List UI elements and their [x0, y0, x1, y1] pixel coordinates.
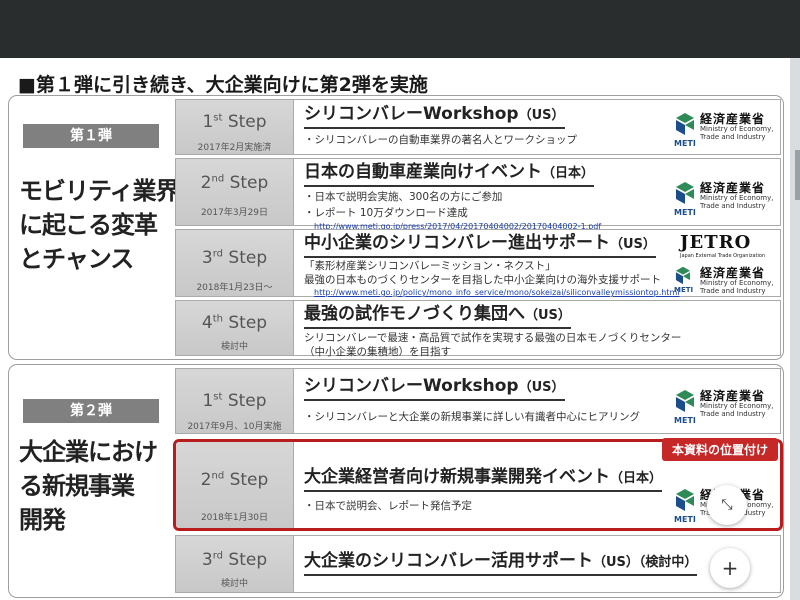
phase1-section: 第１弾 モビリティ業界 に起こる変革 とチャンス 1st Step 2017年2…	[8, 95, 784, 360]
step-content: 大企業経営者向け新規事業開発イベント（日本） ・日本で説明会、レポート発信予定	[304, 442, 670, 528]
meti-mark-icon	[676, 182, 694, 204]
step-desc: ・日本で説明会実施、300名の方にご参加	[304, 191, 503, 203]
expand-icon: ⤡	[721, 497, 733, 513]
step-box: 3rd Step 2018年1月23日～	[176, 230, 294, 296]
position-badge: 本資料の位置付け	[661, 438, 778, 461]
step-desc: （中小企業の集積地）を目指す	[304, 346, 451, 358]
step-title: 中小企業のシリコンバレー進出サポート（US）	[304, 232, 656, 258]
step-label: 4th Step	[201, 313, 268, 333]
step-title: 大企業経営者向け新規事業開発イベント（日本）	[304, 466, 663, 492]
step-content: 日本の自動車産業向けイベント（日本） ・日本で説明会実施、300名の方にご参加 …	[304, 159, 670, 231]
phase1-step3-row: 3rd Step 2018年1月23日～ 中小企業のシリコンバレー進出サポート（…	[175, 229, 781, 297]
meti-logo: METI 経済産業省 Ministry of Economy, Trade an…	[674, 110, 774, 150]
step-title: シリコンバレーWorkshop（US）	[304, 103, 565, 129]
phase1-heading: モビリティ業界 に起こる変革 とチャンス	[19, 177, 180, 273]
step-desc: 最強の日本ものづくりセンターを目指した中小企業向けの海外支援サポート	[304, 274, 661, 286]
meti-abbr: METI	[674, 208, 696, 217]
step-date: 検討中	[220, 579, 248, 589]
viewer-scroll-edge	[790, 58, 800, 600]
step-desc: ・レポート 10万ダウンロード達成	[304, 207, 468, 219]
viewer-top-bar	[0, 0, 800, 58]
step-box: 2nd Step 2017年3月29日	[176, 159, 294, 225]
meti-mark-icon	[676, 390, 694, 412]
step-label: 1st Step	[202, 112, 267, 132]
step-label: 1st Step	[202, 391, 267, 411]
expand-button[interactable]: ⤡	[707, 485, 747, 525]
step-label: 2nd Step	[200, 470, 269, 490]
phase1-step1-row: 1st Step 2017年2月実施済 シリコンバレーWorkshop（US） …	[175, 99, 781, 155]
meti-en: Ministry of Economy, Trade and Industry	[700, 279, 774, 295]
step-date: 2017年2月実施済	[197, 143, 272, 153]
step-box: 1st Step 2017年2月実施済	[176, 100, 294, 154]
step-box: 4th Step 検討中	[176, 301, 294, 355]
step-box: 1st Step 2017年9月、10月実施	[176, 369, 294, 433]
meti-abbr: METI	[674, 139, 696, 148]
jetro-logo: JETRO Japan External Trade Organization	[680, 232, 766, 259]
step-content: シリコンバレーWorkshop（US） ・シリコンバレーと大企業の新規事業に詳し…	[304, 369, 670, 433]
phase1-step4-row: 4th Step 検討中 最強の試作モノづくり集団へ（US） シリコンバレーで最…	[175, 300, 781, 358]
meti-logo: METI 経済産業省 Ministry of Economy, Trade an…	[674, 179, 774, 219]
phase2-section: 第２弾 大企業におけ る新規事業 開発 1st Step 2017年9月、10月…	[8, 364, 784, 598]
meti-logo: METI 経済産業省 Ministry of Economy, Trade an…	[674, 387, 774, 427]
step-label: 3rd Step	[201, 550, 268, 570]
step-desc: 「素形材産業シリコンバレーミッション・ネクスト」	[304, 260, 556, 272]
step-label: 3rd Step	[201, 248, 268, 268]
phase1-label: 第１弾	[23, 124, 159, 148]
plus-icon: +	[721, 556, 739, 580]
step-desc: ・シリコンバレーと大企業の新規事業に詳しい有識者中心にヒアリング	[304, 411, 640, 423]
phase2-label: 第２弾	[23, 399, 159, 423]
step-title: 大企業のシリコンバレー活用サポート（US）（検討中）	[304, 550, 698, 576]
meti-logo: METI 経済産業省 Ministry of Economy, Trade an…	[674, 264, 774, 296]
meti-abbr: METI	[674, 286, 694, 294]
scrollbar-thumb[interactable]	[795, 150, 800, 200]
step-box: 3rd Step 検討中	[176, 536, 294, 592]
step-title: 日本の自動車産業向けイベント（日本）	[304, 161, 595, 187]
mission-link[interactable]: http://www.meti.go.jp/policy/mono_info_s…	[304, 287, 679, 299]
jetro-wordmark: JETRO	[680, 232, 752, 253]
step-date: 2017年9月、10月実施	[187, 422, 282, 432]
meti-en: Ministry of Economy, Trade and Industry	[700, 194, 774, 210]
step-content: 最強の試作モノづくり集団へ（US） シリコンバレーで最速・高品質で試作を実現する…	[304, 301, 774, 358]
meti-en: Ministry of Economy, Trade and Industry	[700, 125, 774, 141]
meti-mark-icon	[676, 113, 694, 135]
slide: ■第１弾に引き続き、大企業向けに第2弾を実施 第１弾 モビリティ業界 に起こる変…	[0, 58, 790, 600]
jetro-subtitle: Japan External Trade Organization	[680, 253, 766, 259]
meti-mark-icon	[676, 489, 694, 511]
step-desc: シリコンバレーで最速・高品質で試作を実現する最強の日本モノづくりセンター	[304, 332, 682, 344]
meti-en: Ministry of Economy, Trade and Industry	[700, 402, 774, 418]
phase2-heading: 大企業におけ る新規事業 開発	[19, 438, 158, 534]
step-content: 中小企業のシリコンバレー進出サポート（US） 「素形材産業シリコンバレーミッショ…	[304, 230, 679, 299]
zoom-in-button[interactable]: +	[710, 548, 750, 588]
phase2-step1-row: 1st Step 2017年9月、10月実施 シリコンバレーWorkshop（U…	[175, 368, 781, 434]
step-content: シリコンバレーWorkshop（US） ・シリコンバレーの自動車業界の著名人とワ…	[304, 100, 670, 154]
phase2-step2-row: 本資料の位置付け 2nd Step 2018年1月30日 大企業経営者向け新規事…	[173, 438, 783, 531]
slide-title: ■第１弾に引き続き、大企業向けに第2弾を実施	[18, 74, 428, 96]
step-date: 2018年1月23日～	[196, 283, 273, 293]
step-content: 大企業のシリコンバレー活用サポート（US）（検討中）	[304, 536, 774, 592]
step-title: シリコンバレーWorkshop（US）	[304, 375, 565, 401]
step-date: 検討中	[220, 342, 248, 352]
meti-abbr: METI	[674, 515, 696, 524]
phase2-step3-row: 3rd Step 検討中 大企業のシリコンバレー活用サポート（US）（検討中）	[175, 535, 781, 593]
step-desc: ・シリコンバレーの自動車業界の著名人とワークショップ	[304, 134, 577, 146]
phase1-step2-row: 2nd Step 2017年3月29日 日本の自動車産業向けイベント（日本） ・…	[175, 158, 781, 231]
step-date: 2017年3月29日	[200, 208, 269, 218]
meti-abbr: METI	[674, 416, 696, 425]
step-date: 2018年1月30日	[200, 513, 269, 523]
step-label: 2nd Step	[200, 173, 269, 193]
step-box: 2nd Step 2018年1月30日	[176, 442, 294, 528]
meti-mark-icon	[675, 266, 691, 285]
step-title: 最強の試作モノづくり集団へ（US）	[304, 303, 571, 329]
step-desc: ・日本で説明会、レポート発信予定	[304, 500, 472, 512]
